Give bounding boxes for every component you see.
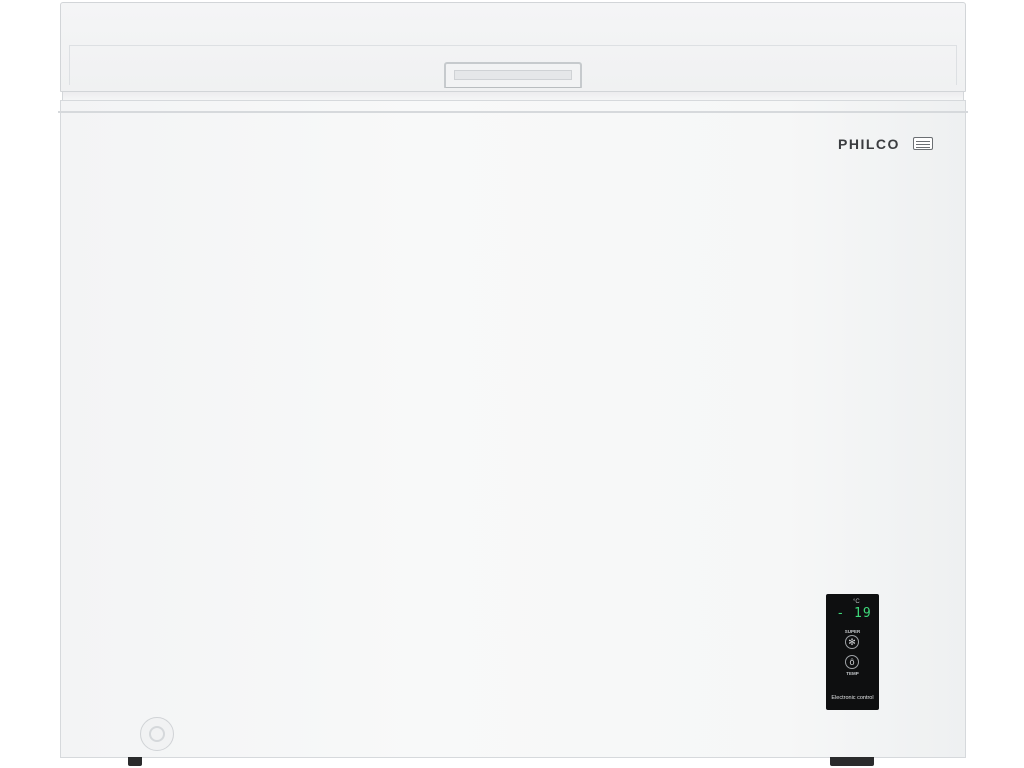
temperature-display: - 19 bbox=[836, 606, 872, 621]
super-label: SUPER bbox=[844, 629, 861, 634]
handle-grip bbox=[454, 70, 572, 80]
lid-handle[interactable] bbox=[444, 62, 582, 88]
left-foot bbox=[128, 757, 142, 766]
thermometer-icon[interactable]: ô bbox=[845, 655, 859, 669]
snowflake-icon[interactable]: ✻ bbox=[845, 635, 859, 649]
brand-logo: PHILCO bbox=[838, 136, 900, 152]
temperature-unit: °C bbox=[853, 599, 860, 605]
temp-label: TEMP bbox=[846, 671, 859, 676]
body-seam bbox=[58, 111, 968, 113]
control-panel: °C - 19 SUPER ✻ ô TEMP Electronic contro… bbox=[826, 594, 879, 710]
energy-badge-icon bbox=[913, 137, 933, 150]
right-foot bbox=[830, 757, 874, 766]
drain-plug bbox=[140, 717, 174, 751]
electronic-control-caption: Electronic control bbox=[831, 695, 874, 701]
